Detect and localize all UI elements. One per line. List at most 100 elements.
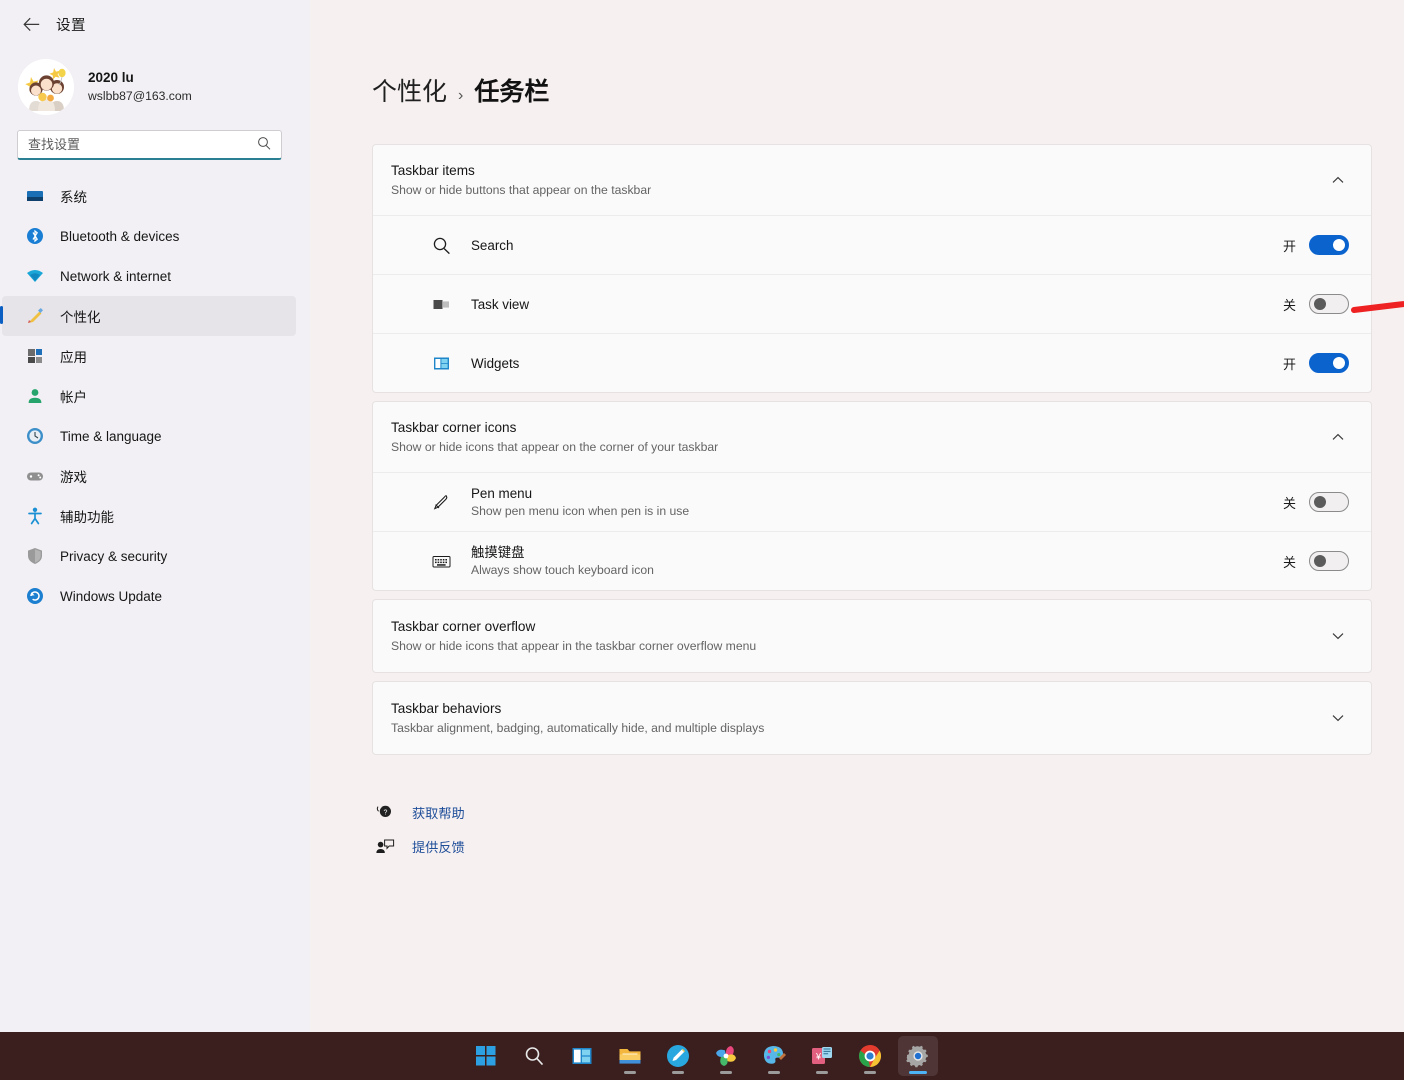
chevron-up-icon[interactable] bbox=[1327, 430, 1349, 444]
sidebar-item-label: 系统 bbox=[60, 190, 87, 205]
keyboard-icon bbox=[429, 549, 453, 573]
card-title: Taskbar corner icons bbox=[391, 420, 517, 435]
taskbar: ¥ bbox=[0, 1032, 1404, 1080]
row-touch-keyboard[interactable]: 触摸键盘 Always show touch keyboard icon 关 bbox=[373, 531, 1371, 590]
get-help-link[interactable]: ? 获取帮助 bbox=[372, 795, 1404, 829]
card-title: Taskbar items bbox=[391, 163, 475, 178]
touch-keyboard-toggle[interactable] bbox=[1309, 551, 1349, 571]
sidebar-item-windows-update[interactable]: Windows Update bbox=[2, 576, 296, 616]
card-header[interactable]: Taskbar corner overflow Show or hide ico… bbox=[373, 600, 1371, 672]
sidebar-item-accessibility[interactable]: 辅助功能 bbox=[2, 496, 296, 536]
back-arrow-glyph bbox=[22, 17, 39, 31]
breadcrumb-separator-icon: › bbox=[458, 87, 464, 104]
taskbar-start-button[interactable] bbox=[466, 1036, 506, 1076]
toggle-state-label: 开 bbox=[1282, 238, 1296, 254]
sidebar-item-label: 辅助功能 bbox=[60, 510, 114, 525]
sidebar-item-system[interactable]: 系统 bbox=[2, 176, 296, 216]
svg-text:?: ? bbox=[383, 809, 387, 816]
running-indicator bbox=[816, 1071, 828, 1074]
card-taskbar-behaviors: Taskbar behaviors Taskbar alignment, bad… bbox=[372, 681, 1372, 755]
card-title: Taskbar corner overflow bbox=[391, 619, 536, 634]
sidebar-item-label: 应用 bbox=[60, 350, 87, 365]
row-search[interactable]: Search 开 bbox=[373, 215, 1371, 274]
sidebar-item-bluetooth-devices[interactable]: Bluetooth & devices bbox=[2, 216, 296, 256]
sidebar-item-apps[interactable]: 应用 bbox=[2, 336, 296, 376]
accessibility-person-icon bbox=[24, 505, 46, 527]
sidebar-item-personalization[interactable]: 个性化 bbox=[0, 296, 296, 336]
title-bar: 设置 bbox=[0, 0, 310, 48]
sidebar-item-privacy-security[interactable]: Privacy & security bbox=[2, 536, 296, 576]
main-content: 个性化 › 任务栏 Taskbar items Show or hide but… bbox=[310, 0, 1404, 1032]
user-profile[interactable]: 2020 lu wslbb87@163.com bbox=[0, 48, 310, 122]
app-title: 设置 bbox=[56, 17, 86, 34]
link-label: 提供反馈 bbox=[412, 839, 465, 855]
bluetooth-icon bbox=[24, 225, 46, 247]
wifi-icon bbox=[24, 265, 46, 287]
clock-globe-icon bbox=[24, 425, 46, 447]
taskbar-edge-browser[interactable] bbox=[658, 1036, 698, 1076]
taskbar-paint-app[interactable] bbox=[754, 1036, 794, 1076]
row-widgets[interactable]: Widgets 开 bbox=[373, 333, 1371, 392]
sidebar-item-label: Network & internet bbox=[60, 268, 172, 284]
widgets-toggle[interactable] bbox=[1309, 353, 1349, 373]
apps-icon bbox=[24, 345, 46, 367]
chrome-icon bbox=[858, 1045, 882, 1067]
profile-text: 2020 lu wslbb87@163.com bbox=[88, 69, 192, 105]
update-refresh-icon bbox=[24, 585, 46, 607]
profile-email: wslbb87@163.com bbox=[88, 89, 192, 103]
search-toggle[interactable] bbox=[1309, 235, 1349, 255]
chevron-down-icon[interactable] bbox=[1327, 629, 1349, 643]
card-taskbar-corner-icons: Taskbar corner icons Show or hide icons … bbox=[372, 401, 1372, 591]
yen-card-icon: ¥ bbox=[812, 1047, 832, 1064]
avatar-illustration bbox=[18, 59, 74, 115]
row-label: Pen menu bbox=[471, 486, 533, 501]
search-icon bbox=[429, 233, 453, 257]
sidebar-item-network-internet[interactable]: Network & internet bbox=[2, 256, 296, 296]
card-title: Taskbar behaviors bbox=[391, 701, 502, 716]
back-arrow-icon[interactable] bbox=[14, 9, 48, 39]
taskbar-widgets-button[interactable] bbox=[562, 1036, 602, 1076]
card-header[interactable]: Taskbar corner icons Show or hide icons … bbox=[373, 402, 1371, 472]
sidebar-item-accounts[interactable]: 帐户 bbox=[2, 376, 296, 416]
active-indicator bbox=[909, 1071, 927, 1074]
personalization-brush-icon bbox=[24, 305, 46, 327]
running-indicator bbox=[864, 1071, 876, 1074]
chevron-up-icon[interactable] bbox=[1327, 173, 1349, 187]
running-indicator bbox=[672, 1071, 684, 1074]
taskbar-settings-app[interactable] bbox=[898, 1036, 938, 1076]
search-box[interactable] bbox=[17, 130, 282, 160]
breadcrumb-root[interactable]: 个性化 bbox=[372, 72, 447, 108]
feedback-person-icon bbox=[372, 835, 398, 857]
card-header[interactable]: Taskbar items Show or hide buttons that … bbox=[373, 145, 1371, 215]
chevron-down-icon[interactable] bbox=[1327, 711, 1349, 725]
row-task-view[interactable]: Task view 关 bbox=[373, 274, 1371, 333]
settings-cards: Taskbar items Show or hide buttons that … bbox=[372, 144, 1372, 755]
taskbar-file-explorer[interactable] bbox=[610, 1036, 650, 1076]
pen-menu-toggle[interactable] bbox=[1309, 492, 1349, 512]
taskbar-colorful-browser[interactable] bbox=[706, 1036, 746, 1076]
sidebar-nav: 系统 Bluetooth & devices Network & interne… bbox=[0, 176, 310, 616]
row-pen-menu[interactable]: Pen menu Show pen menu icon when pen is … bbox=[373, 472, 1371, 531]
sidebar-item-label: Time & language bbox=[60, 428, 162, 444]
blue-circle-pencil-icon bbox=[667, 1045, 689, 1067]
card-header[interactable]: Taskbar behaviors Taskbar alignment, bad… bbox=[373, 682, 1371, 754]
paint-palette-icon bbox=[763, 1046, 786, 1064]
card-subtitle: Show or hide icons that appear on the co… bbox=[391, 440, 719, 454]
sidebar-item-gaming[interactable]: 游戏 bbox=[2, 456, 296, 496]
task-view-toggle[interactable] bbox=[1309, 294, 1349, 314]
taskbar-chrome-browser[interactable] bbox=[850, 1036, 890, 1076]
page-title: 任务栏 bbox=[474, 78, 550, 106]
taskbar-finance-app[interactable]: ¥ bbox=[802, 1036, 842, 1076]
avatar bbox=[18, 59, 74, 115]
taskbar-search-button[interactable] bbox=[514, 1036, 554, 1076]
search-input[interactable] bbox=[28, 137, 257, 152]
toggle-state-label: 关 bbox=[1282, 554, 1296, 570]
pen-icon bbox=[429, 490, 453, 514]
footer-links: ? 获取帮助 提供反馈 bbox=[372, 795, 1404, 863]
gear-icon bbox=[906, 1045, 928, 1068]
account-person-icon bbox=[24, 385, 46, 407]
sidebar-item-time-language[interactable]: Time & language bbox=[2, 416, 296, 456]
widgets-icon bbox=[429, 351, 453, 375]
give-feedback-link[interactable]: 提供反馈 bbox=[372, 829, 1404, 863]
row-label: 触摸键盘 bbox=[471, 545, 525, 560]
